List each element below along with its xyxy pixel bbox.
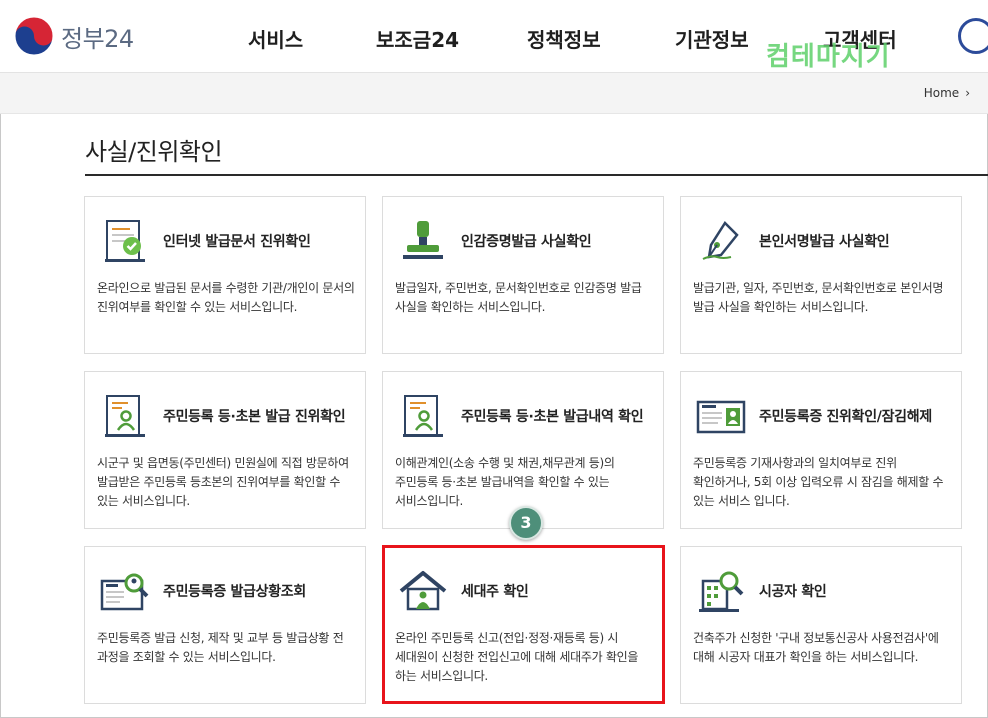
step-badge: 3 xyxy=(509,506,543,540)
site-logo[interactable]: 정부24 xyxy=(13,14,134,58)
nav-policy-info[interactable]: 정책정보 xyxy=(527,24,601,53)
building-search-icon xyxy=(699,571,744,612)
card-signature-verify[interactable]: 본인서명발급 사실확인 발급기관, 일자, 주민번호, 문서확인번호로 본인서명… xyxy=(680,196,962,354)
breadcrumb-home[interactable]: Home xyxy=(924,86,959,100)
card-title: 인감증명발급 사실확인 xyxy=(461,234,592,250)
card-title: 시공자 확인 xyxy=(759,584,827,600)
id-card-icon xyxy=(696,400,746,434)
menu-circle-button[interactable] xyxy=(958,18,988,54)
title-divider xyxy=(85,174,988,176)
nav-services[interactable]: 서비스 xyxy=(248,24,303,53)
page-title: 사실/진위확인 xyxy=(85,138,223,166)
watermark-text: 컴테마지기 xyxy=(766,42,891,72)
card-description: 온라인으로 발급된 문서를 수령한 기관/개인이 문서의 진위여부를 확인할 수… xyxy=(97,281,355,314)
card-description: 온라인 주민등록 신고(전입·정정·재등록 등) 시 세대원이 신청한 전입신고… xyxy=(395,631,639,683)
card-title: 세대주 확인 xyxy=(461,584,529,600)
breadcrumb-band: Home › xyxy=(0,73,988,114)
resident-history-icon xyxy=(403,395,443,437)
house-person-icon xyxy=(399,571,447,611)
card-head-of-household[interactable]: 세대주 확인 온라인 주민등록 신고(전입·정정·재등록 등) 시 세대원이 신… xyxy=(382,546,664,704)
card-title: 주민등록 등·초본 발급내역 확인 xyxy=(461,409,644,425)
pen-nib-icon xyxy=(702,221,739,260)
card-resident-cert-verify[interactable]: 주민등록 등·초본 발급 진위확인 시군구 및 읍면동(주민센터) 민원실에 직… xyxy=(84,371,366,529)
card-id-verify-unlock[interactable]: 주민등록증 진위확인/잠김해제 주민등록증 기재사항과의 일치여부로 진위 확인… xyxy=(680,371,962,529)
card-description: 주민등록증 발급 신청, 제작 및 교부 등 발급상황 전 과정을 조회할 수 … xyxy=(97,631,344,664)
resident-document-icon xyxy=(105,395,145,437)
card-seal-cert-verify[interactable]: 인감증명발급 사실확인 발급일자, 주민번호, 문서확인번호로 인감증명 발급 … xyxy=(382,196,664,354)
card-title: 주민등록증 진위확인/잠김해제 xyxy=(759,409,932,425)
card-title: 주민등록 등·초본 발급 진위확인 xyxy=(163,409,346,425)
card-description: 시군구 및 읍면동(주민센터) 민원실에 직접 방문하여 발급받은 주민등록 등… xyxy=(97,456,349,508)
taegeuk-logo-icon xyxy=(14,16,54,56)
logo-text: 정부24 xyxy=(61,24,134,53)
breadcrumb-arrow-icon: › xyxy=(965,86,970,100)
card-title: 본인서명발급 사실확인 xyxy=(759,234,890,250)
id-card-search-icon xyxy=(100,573,149,611)
card-title: 주민등록증 발급상황조회 xyxy=(163,584,306,600)
card-id-issue-status[interactable]: 주민등록증 발급상황조회 주민등록증 발급 신청, 제작 및 교부 등 발급상황… xyxy=(84,546,366,704)
card-contractor-verify[interactable]: 시공자 확인 건축주가 신청한 '구내 정보통신공사 사용전검사'에 대해 시공… xyxy=(680,546,962,704)
card-description: 발급일자, 주민번호, 문서확인번호로 인감증명 발급 사실을 확인하는 서비스… xyxy=(395,281,642,314)
nav-subsidy24[interactable]: 보조금24 xyxy=(376,24,459,53)
card-internet-doc-verify[interactable]: 인터넷 발급문서 진위확인 온라인으로 발급된 문서를 수령한 기관/개인이 문… xyxy=(84,196,366,354)
card-description: 이해관계인(소송 수행 및 채권,채무관계 등)의 주민등록 등·초본 발급내역… xyxy=(395,456,615,508)
card-description: 건축주가 신청한 '구내 정보통신공사 사용전검사'에 대해 시공자 대표가 확… xyxy=(693,631,939,664)
nav-agency-info[interactable]: 기관정보 xyxy=(675,24,749,53)
card-description: 주민등록증 기재사항과의 일치여부로 진위 확인하거나, 5회 이상 입력오류 … xyxy=(693,456,944,508)
breadcrumb: Home › xyxy=(924,86,970,100)
document-check-icon xyxy=(105,220,145,262)
card-title: 인터넷 발급문서 진위확인 xyxy=(163,234,311,250)
card-description: 발급기관, 일자, 주민번호, 문서확인번호로 본인서명 발급 사실을 확인하는… xyxy=(693,281,944,314)
seal-stamp-icon xyxy=(403,221,443,259)
